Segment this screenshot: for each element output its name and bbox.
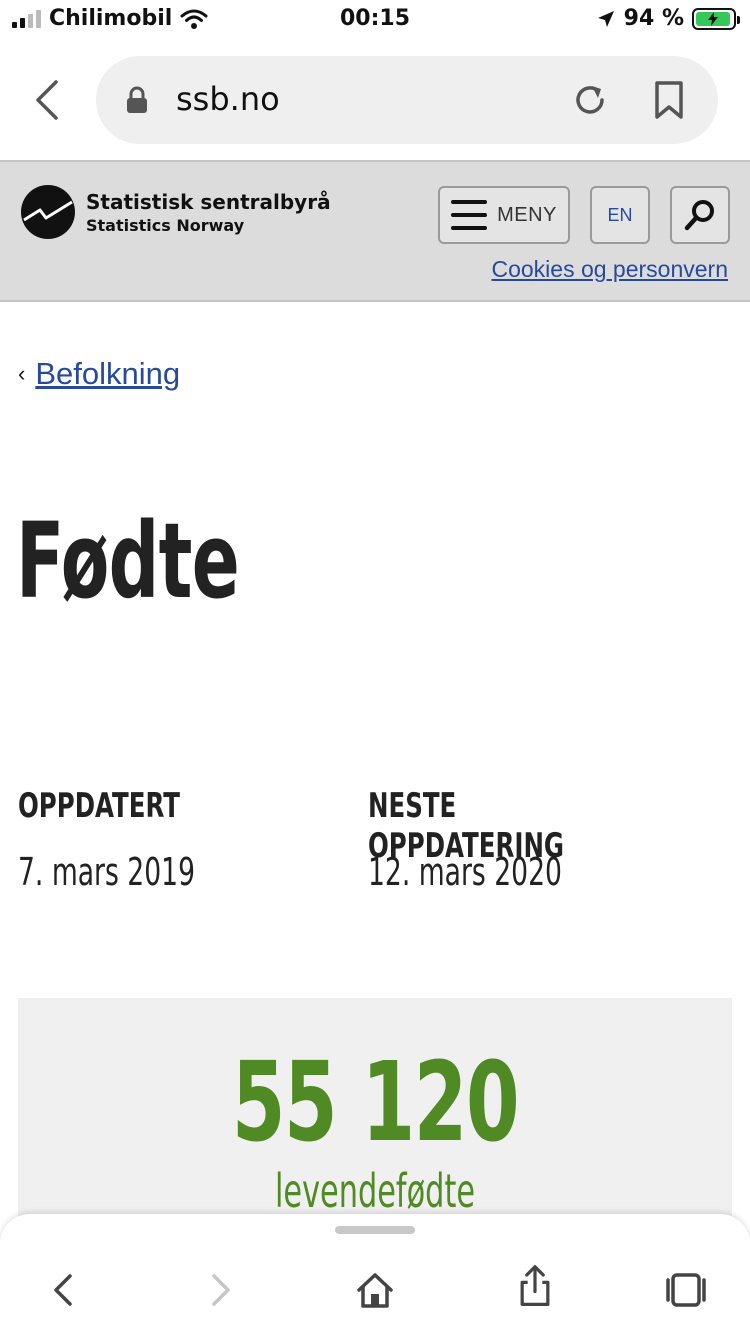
toolbar-tabs-icon[interactable] xyxy=(664,1268,708,1312)
url-text[interactable]: ssb.no xyxy=(176,80,280,118)
logo-name: Statistisk sentralbyrå xyxy=(86,189,331,214)
battery-percent: 94 % xyxy=(623,6,684,31)
breadcrumb-chevron-icon: ‹ xyxy=(18,361,26,386)
toolbar-forward-icon[interactable] xyxy=(198,1268,242,1312)
ssb-logo[interactable]: Statistisk sentralbyrå Statistics Norway xyxy=(20,184,331,240)
logo-text: Statistisk sentralbyrå Statistics Norway xyxy=(86,190,331,235)
status-right: 94 % xyxy=(596,6,740,31)
language-label: EN xyxy=(607,204,633,225)
location-arrow-icon xyxy=(597,10,614,27)
search-icon xyxy=(684,200,714,231)
toolbar-home-icon[interactable] xyxy=(353,1268,397,1312)
battery-level xyxy=(696,11,730,26)
logo-subtitle: Statistics Norway xyxy=(86,215,245,235)
lock-icon xyxy=(127,86,147,113)
menu-button[interactable]: MENY xyxy=(438,186,570,244)
bookmark-icon[interactable] xyxy=(652,80,686,120)
next-update-value: 12. mars 2020 xyxy=(368,850,562,894)
hamburger-icon xyxy=(451,200,488,230)
battery-icon xyxy=(692,7,740,30)
charging-bolt-icon xyxy=(707,11,718,26)
key-figure-number: 55 120 xyxy=(231,1038,520,1166)
browser-back-chevron-icon[interactable] xyxy=(30,78,64,122)
updated-value: 7. mars 2019 xyxy=(18,850,196,894)
site-header: Statistisk sentralbyrå Statistics Norway… xyxy=(0,160,750,302)
language-button[interactable]: EN xyxy=(590,186,650,244)
page-title: Fødte xyxy=(16,500,240,622)
browser-url-row: ssb.no xyxy=(0,56,750,144)
status-bar: Chilimobil 00:15 94 % xyxy=(0,0,750,40)
breadcrumb-link-befolkning[interactable]: Befolkning xyxy=(35,356,180,392)
toolbar-share-icon[interactable] xyxy=(513,1264,557,1308)
ssb-logo-mark-icon xyxy=(21,185,75,239)
toolbar-grabber[interactable] xyxy=(335,1226,415,1234)
toolbar-back-icon[interactable] xyxy=(42,1268,86,1312)
updated-label: OPPDATERT xyxy=(18,786,180,826)
search-button[interactable] xyxy=(670,186,730,244)
browser-toolbar xyxy=(0,1214,750,1334)
address-bar[interactable]: ssb.no xyxy=(96,56,718,144)
breadcrumb: ‹ Befolkning xyxy=(18,356,180,392)
menu-label: MENY xyxy=(497,203,557,226)
key-figure-label: levendefødte xyxy=(274,1164,476,1218)
reload-icon[interactable] xyxy=(570,80,610,120)
cookies-link[interactable]: Cookies og personvern xyxy=(491,256,728,283)
